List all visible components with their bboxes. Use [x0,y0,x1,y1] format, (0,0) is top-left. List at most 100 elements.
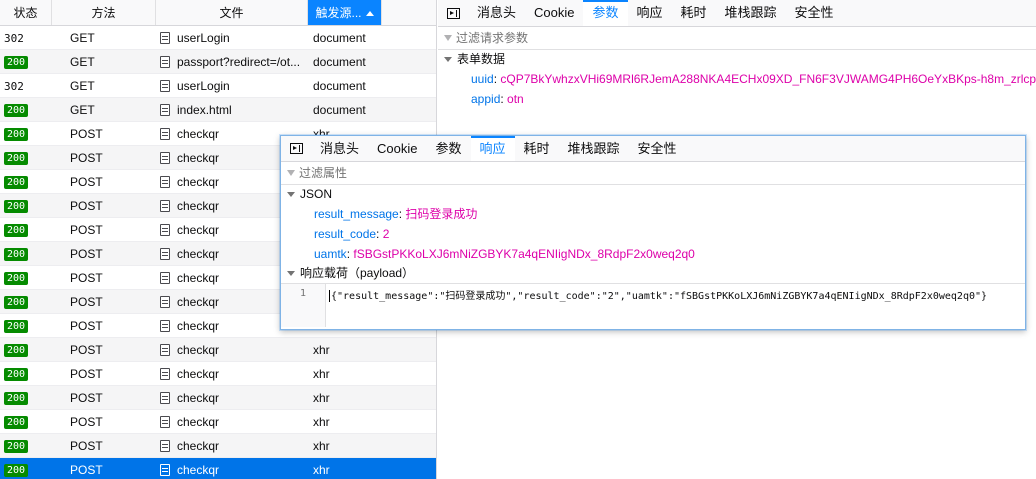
status-code: 302 [4,31,24,45]
file-icon [160,55,170,68]
properties-filter-bar [281,162,1025,185]
payload-section-toggle[interactable]: 响应载荷（payload） [281,264,1025,283]
column-header-cause[interactable]: 触发源... [308,0,382,25]
tab-2[interactable]: 参数 [426,136,470,161]
column-header-file[interactable]: 文件 [156,0,308,25]
property-key: result_code [314,227,377,241]
status-cell: 200 [0,150,52,165]
status-code: 200 [4,248,29,261]
payload-text: {"result_message":"扫码登录成功","result_code"… [331,291,988,302]
tab-0[interactable]: 消息头 [468,0,525,26]
request-table-header: 状态 方法 文件 触发源... [0,0,436,26]
status-code: 200 [4,128,29,141]
status-code: 200 [4,200,29,213]
method-cell: POST [70,366,103,381]
tab-1[interactable]: Cookie [368,136,426,161]
request-row[interactable]: 200 GET index.html document [0,98,436,122]
status-cell: 302 [0,79,52,93]
file-name: index.html [177,102,232,117]
file-cell: userLogin [156,31,308,45]
file-name: checkqr [177,246,220,261]
payload-code-view[interactable]: 1 {"result_message":"扫码登录成功","result_cod… [281,283,1025,327]
cause-cell: xhr [313,390,330,405]
tab-5[interactable]: 堆栈跟踪 [559,136,629,161]
request-row[interactable]: 200 POST checkqr xhr [0,338,436,362]
status-cell: 200 [0,102,52,117]
method-cell: POST [70,270,103,285]
status-cell: 302 [0,31,52,45]
column-header-file-label: 文件 [219,6,244,20]
request-row[interactable]: 200 POST checkqr xhr [0,362,436,386]
file-name: userLogin [177,78,230,93]
property-row[interactable]: uamtk: fSBGstPKKoLXJ6mNiZGBYK7a4qENIigND… [281,244,1025,264]
cause-cell: xhr [313,342,330,357]
property-row[interactable]: result_message: 扫码登录成功 [281,204,1025,224]
status-code: 200 [4,440,29,453]
details-tab-bar: 消息头 Cookie 参数 响应 耗时 堆栈跟踪 安全性 [438,0,1036,27]
request-row[interactable]: 200 GET passport?redirect=/ot... document [0,50,436,74]
property-value: 扫码登录成功 [405,207,478,221]
status-code: 200 [4,272,29,285]
tab-6[interactable]: 安全性 [629,136,686,161]
property-row[interactable]: result_code: 2 [281,224,1025,244]
sort-ascending-icon [365,11,374,17]
tab-4[interactable]: 耗时 [515,136,559,161]
overlay-toggle-sidebar-button[interactable] [281,136,311,161]
tab-1[interactable]: Cookie [525,0,583,26]
payload-code-line[interactable]: {"result_message":"扫码登录成功","result_code"… [326,284,987,327]
tab-0[interactable]: 消息头 [311,136,368,161]
status-cell: 200 [0,222,52,237]
file-name: checkqr [177,294,220,309]
request-row[interactable]: 302 GET userLogin document [0,26,436,50]
tab-3[interactable]: 响应 [470,136,515,161]
file-icon [160,391,170,404]
request-row[interactable]: 302 GET userLogin document [0,74,436,98]
form-data-section-toggle[interactable]: 表单数据 [438,50,1036,69]
request-row[interactable]: 200 POST checkqr xhr [0,434,436,458]
json-section-toggle[interactable]: JSON [281,185,1025,204]
payload-section-title: 响应载荷（payload） [300,266,415,280]
properties-filter-input[interactable] [299,166,599,180]
request-row[interactable]: 200 POST checkqr xhr [0,410,436,434]
tab-3[interactable]: 响应 [628,0,672,26]
property-key: uuid [471,72,494,86]
expand-triangle-icon [444,57,452,62]
file-name: passport?redirect=/ot... [177,54,301,69]
filter-icon [287,170,295,176]
file-icon [160,319,170,332]
status-cell: 200 [0,246,52,261]
toggle-sidebar-button[interactable] [438,0,468,26]
file-icon [160,79,170,92]
column-header-method[interactable]: 方法 [52,0,156,25]
column-header-status[interactable]: 状态 [0,0,52,25]
tab-2[interactable]: 参数 [583,0,628,26]
panel-toggle-icon [446,7,460,19]
status-cell: 200 [0,366,52,381]
params-filter-input[interactable] [456,31,756,45]
status-code: 200 [4,176,29,189]
tab-4[interactable]: 耗时 [672,0,716,26]
status-cell: 200 [0,414,52,429]
method-cell: POST [70,222,103,237]
request-row[interactable]: 200 POST checkqr xhr [0,458,436,479]
method-cell: GET [70,54,95,69]
file-name: checkqr [177,222,220,237]
property-row[interactable]: appid: otn [438,89,1036,109]
file-icon [160,247,170,260]
tab-5[interactable]: 堆栈跟踪 [716,0,786,26]
line-number-gutter: 1 [281,284,326,327]
status-code: 200 [4,464,29,477]
request-row[interactable]: 200 POST checkqr xhr [0,386,436,410]
status-code: 200 [4,224,29,237]
property-row[interactable]: uuid: cQP7BkYwhzxVHi69MRl6RJemA288NKA4EC… [438,69,1036,89]
file-cell: index.html [156,103,308,117]
method-cell: POST [70,438,103,453]
file-cell: checkqr [156,439,308,453]
property-separator: : [376,227,383,241]
panel-toggle-icon [289,143,303,154]
method-cell: POST [70,126,103,141]
tab-6[interactable]: 安全性 [786,0,843,26]
file-icon [160,463,170,476]
column-header-method-label: 方法 [91,6,116,20]
property-key: appid [471,92,501,106]
